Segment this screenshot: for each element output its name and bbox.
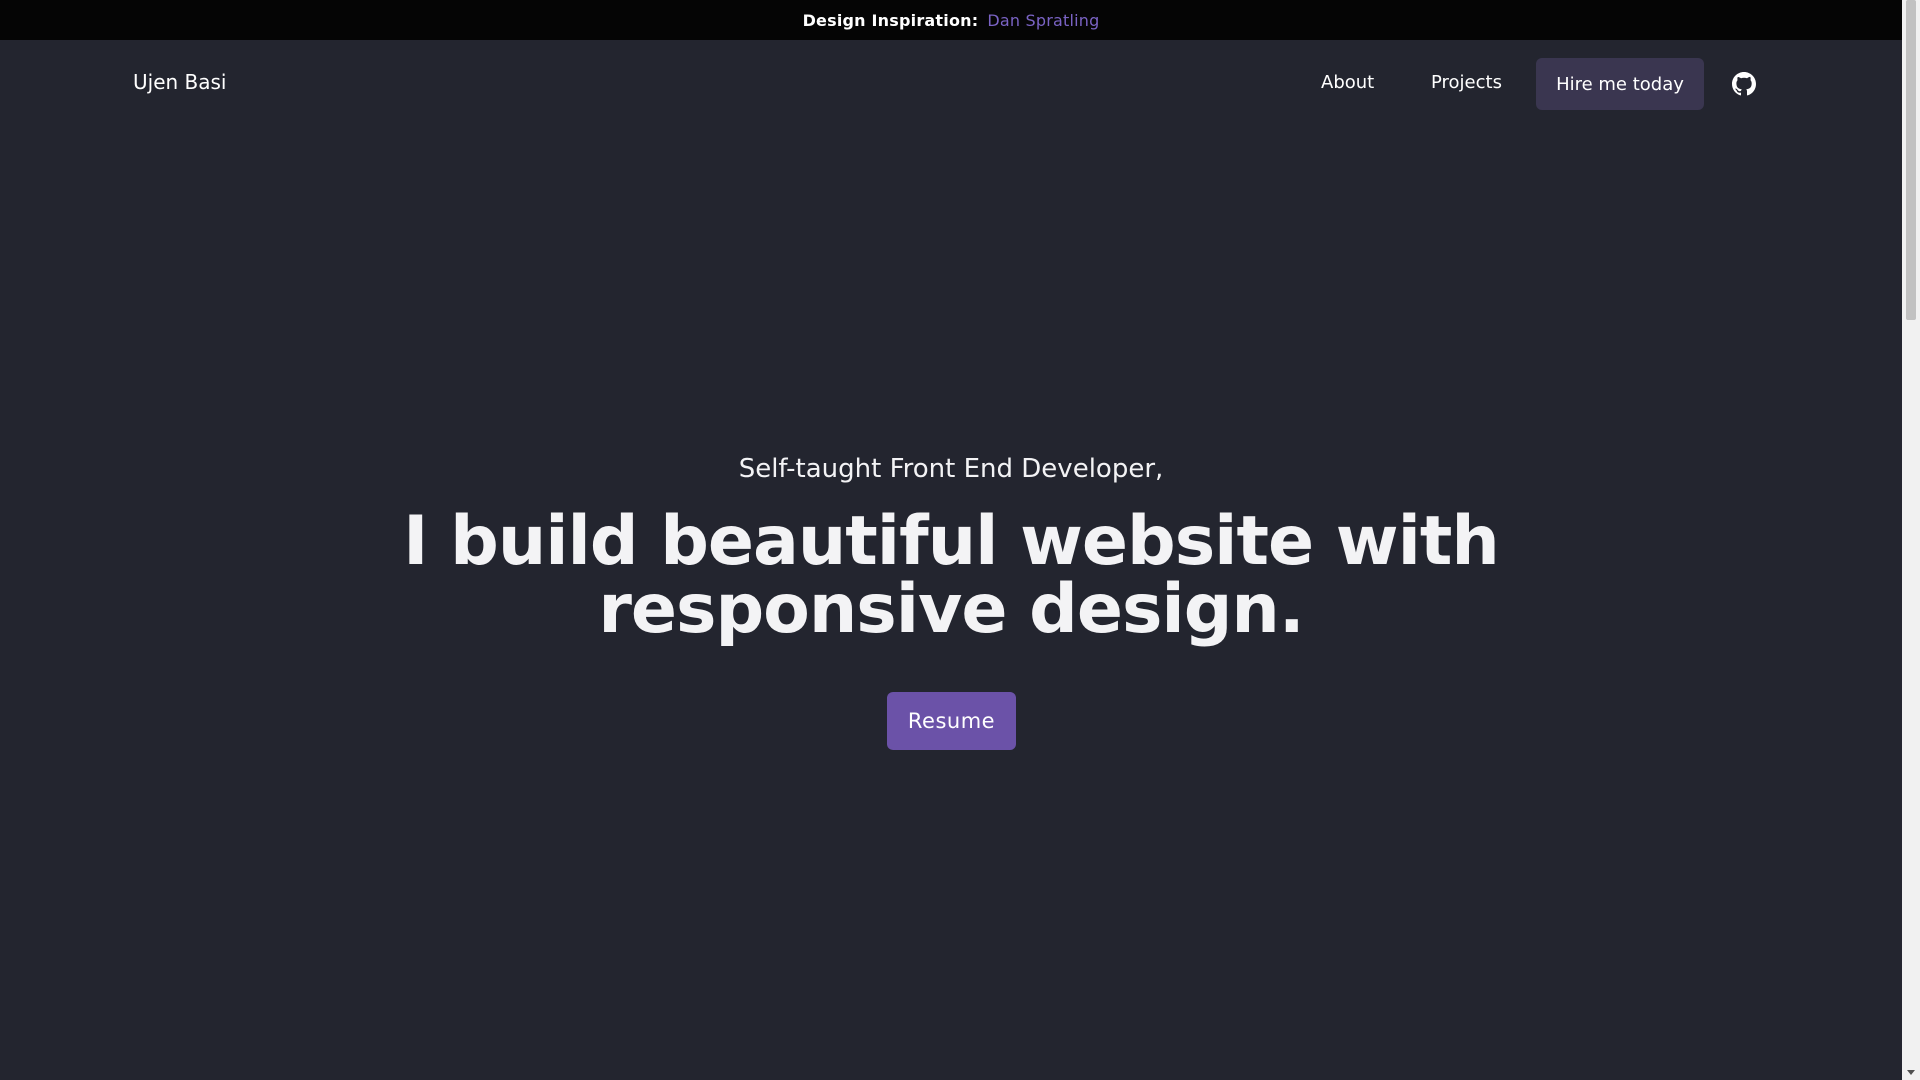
banner-label: Design Inspiration: [802,10,979,30]
github-icon[interactable] [1732,72,1756,96]
hero-title-line-1: I build beautiful website with [403,502,1500,581]
resume-button[interactable]: Resume [887,692,1016,750]
hero-subtitle: Self-taught Front End Developer, [738,454,1164,484]
scroll-down-arrow-icon[interactable] [1907,1070,1915,1075]
nav-projects-link[interactable]: Projects [1431,72,1502,93]
scrollbar-thumb[interactable] [1906,0,1916,320]
hire-me-button[interactable]: Hire me today [1536,58,1704,110]
vertical-scrollbar[interactable] [1902,0,1920,1080]
designer-link[interactable]: Dan Spratling [987,11,1099,30]
navbar: Ujen Basi About Projects Hire me today [0,40,1902,126]
nav-about-link[interactable]: About [1321,72,1374,93]
hero-title: I build beautiful website with responsiv… [0,508,1902,644]
brand-logo[interactable]: Ujen Basi [133,70,227,94]
hero-title-line-2: responsive design. [598,570,1304,649]
design-inspiration-banner: Design Inspiration: Dan Spratling [0,0,1902,40]
